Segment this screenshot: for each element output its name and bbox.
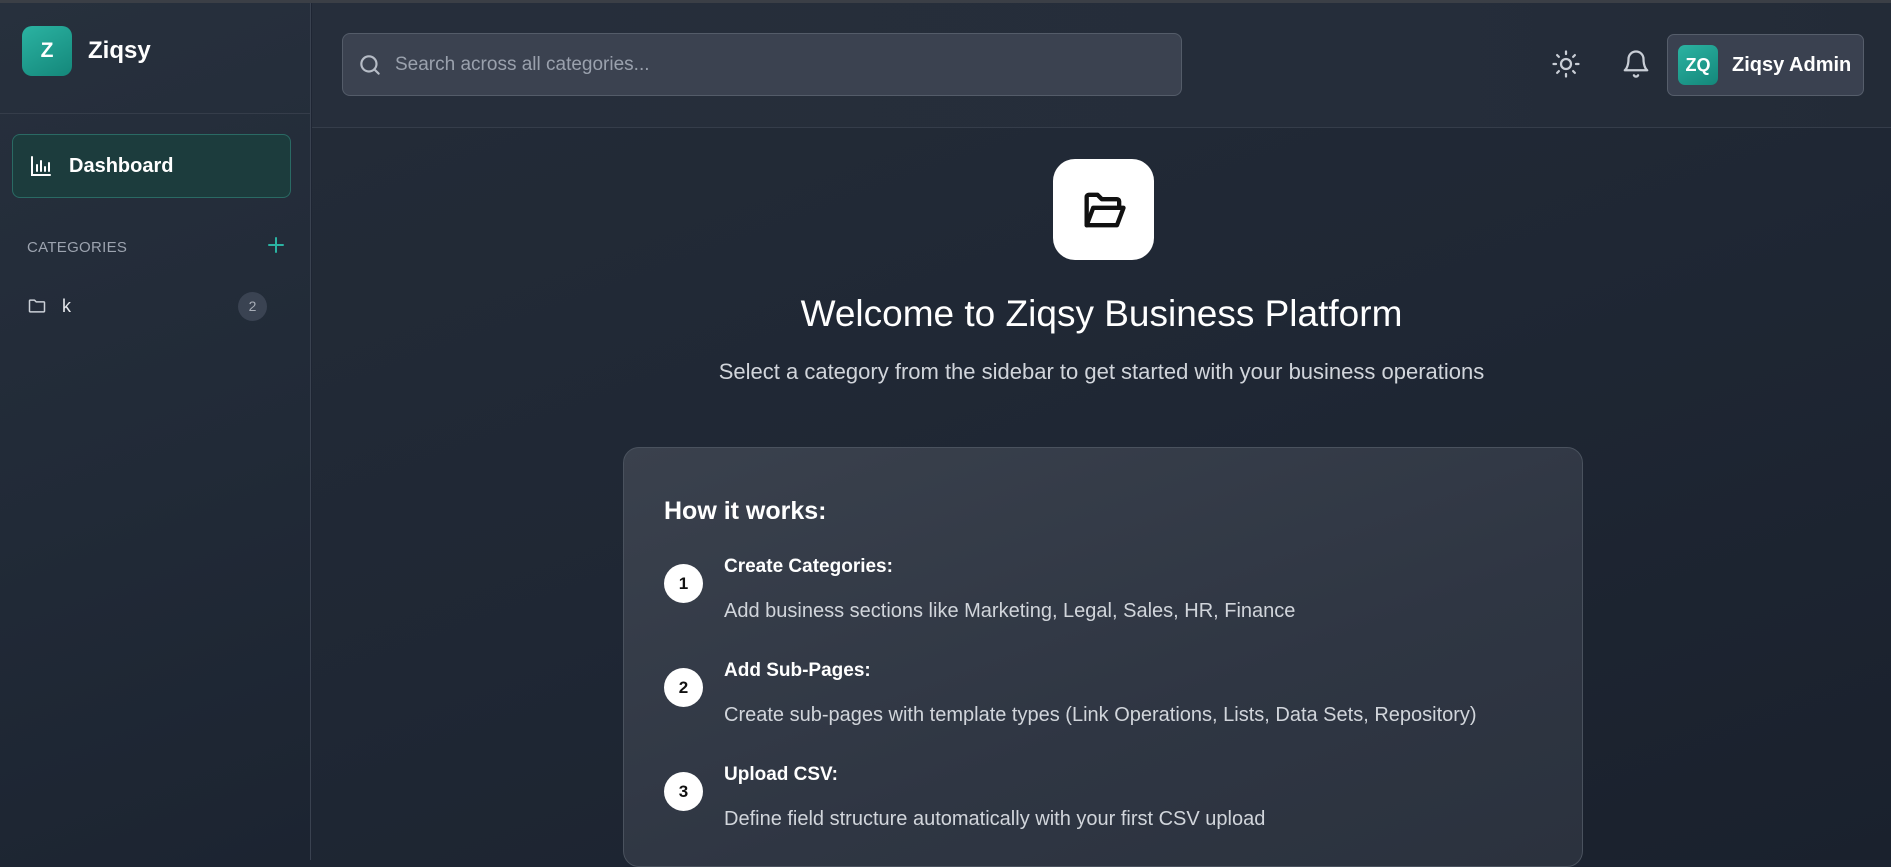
welcome-icon-tile [1053, 159, 1154, 260]
step-number: 3 [664, 772, 703, 811]
how-it-works-card: How it works: 1 Create Categories: Add b… [623, 447, 1583, 867]
sidebar-item-label: Dashboard [69, 154, 174, 177]
welcome-title: Welcome to Ziqsy Business Platform [800, 293, 1403, 334]
step-number: 1 [664, 564, 703, 603]
top-header: ZQ Ziqsy Admin [312, 3, 1891, 128]
plus-icon [268, 237, 284, 253]
notifications-button[interactable] [1621, 49, 1651, 79]
bar-chart-icon [31, 156, 51, 176]
sidebar-item-dashboard[interactable]: Dashboard [12, 134, 291, 198]
step-title: Upload CSV: [724, 764, 839, 785]
brand-name: Ziqsy [88, 37, 151, 64]
how-it-works-title: How it works: [664, 497, 827, 525]
search-input[interactable] [395, 53, 1181, 76]
main-content: ZQ Ziqsy Admin Welcome to Ziqsy Business… [312, 3, 1891, 867]
categories-title: CATEGORIES [27, 238, 128, 256]
sun-icon [1552, 50, 1580, 78]
step-title: Add Sub-Pages: [724, 660, 871, 681]
categories-header: CATEGORIES [27, 235, 285, 259]
bell-icon [1623, 50, 1649, 78]
step-number: 2 [664, 668, 703, 707]
welcome-subtitle: Select a category from the sidebar to ge… [718, 359, 1485, 384]
category-count-badge: 2 [238, 291, 267, 321]
avatar: ZQ [1678, 45, 1718, 85]
search-icon [360, 54, 380, 75]
brand[interactable]: Z Ziqsy [0, 3, 310, 114]
folder-open-icon [1084, 192, 1126, 227]
user-name: Ziqsy Admin [1732, 53, 1852, 76]
user-menu-button[interactable]: ZQ Ziqsy Admin [1667, 34, 1864, 96]
add-category-button[interactable] [267, 235, 285, 259]
brand-logo: Z [22, 26, 72, 76]
sidebar: Z Ziqsy Dashboard CATEGORIES k 2 [0, 3, 311, 860]
step-description: Create sub-pages with template types (Li… [724, 704, 1477, 726]
category-label: k [62, 295, 71, 316]
sidebar-item-category-k[interactable]: k 2 [27, 290, 267, 322]
step-title: Create Categories: [724, 556, 893, 577]
folder-icon [28, 299, 46, 313]
search-bar[interactable] [342, 33, 1182, 96]
step-description: Define field structure automatically wit… [724, 808, 1266, 830]
step-description: Add business sections like Marketing, Le… [724, 600, 1296, 622]
theme-toggle-button[interactable] [1551, 49, 1581, 79]
